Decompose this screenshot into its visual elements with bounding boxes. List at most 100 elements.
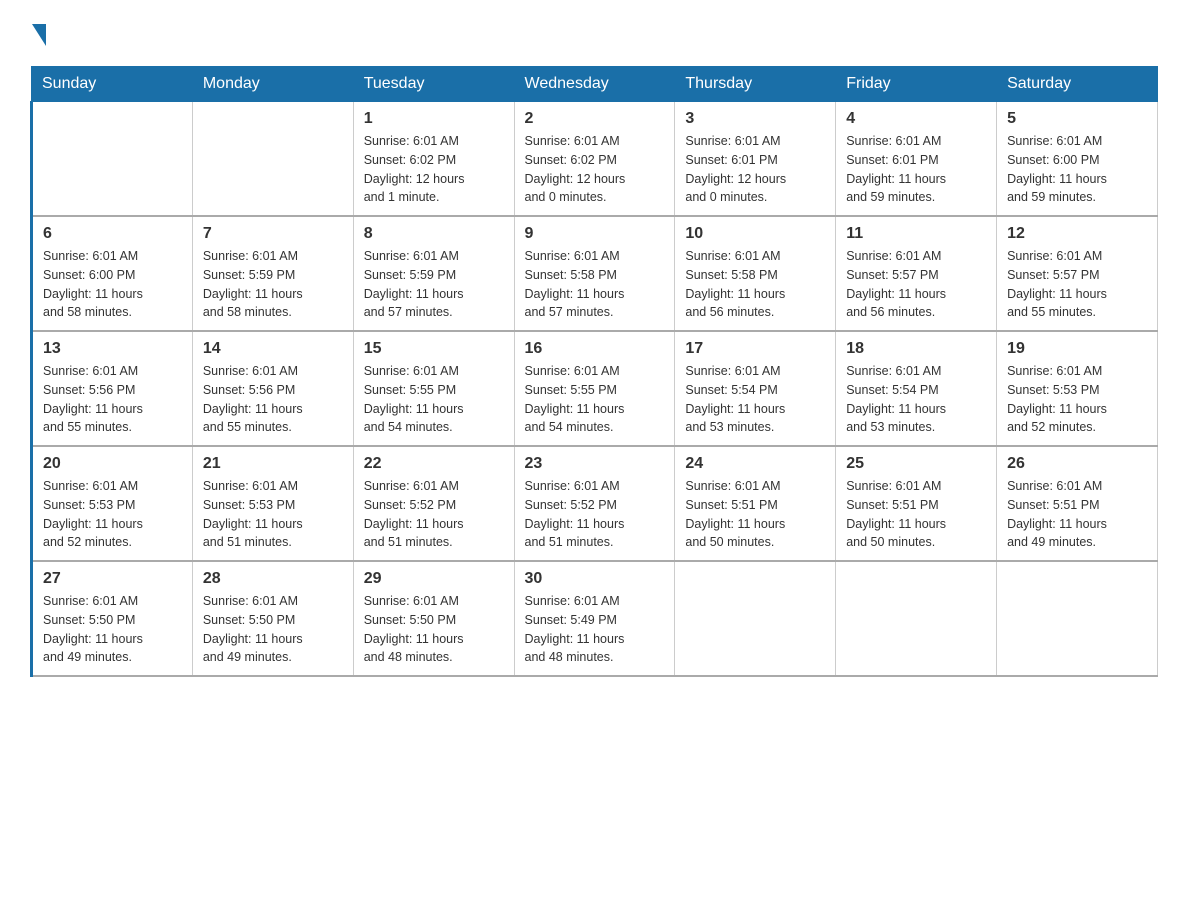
day-info: Sunrise: 6:01 AM Sunset: 6:02 PM Dayligh… — [364, 132, 504, 207]
day-number: 2 — [525, 110, 665, 128]
calendar-day-cell: 25 Sunrise: 6:01 AM Sunset: 5:51 PM Dayli… — [836, 446, 997, 561]
calendar-day-cell: 28Sunrise: 6:01 AM Sunset: 5:50 PM Dayli… — [192, 561, 353, 676]
day-number: 18 — [846, 340, 986, 358]
day-number: 12 — [1007, 225, 1147, 243]
day-info: Sunrise: 6:01 AM Sunset: 5:54 PM Dayligh… — [685, 362, 825, 437]
day-number: 17 — [685, 340, 825, 358]
day-number: 14 — [203, 340, 343, 358]
calendar-day-cell: 9 Sunrise: 6:01 AM Sunset: 5:58 PM Daylig… — [514, 216, 675, 331]
day-info: Sunrise: 6:01 AM Sunset: 5:49 PM Dayligh… — [525, 592, 665, 667]
day-info: Sunrise: 6:01 AM Sunset: 5:51 PM Dayligh… — [685, 477, 825, 552]
day-info: Sunrise: 6:01 AM Sunset: 5:57 PM Dayligh… — [846, 247, 986, 322]
calendar-day-cell: 2 Sunrise: 6:01 AM Sunset: 6:02 PM Daylig… — [514, 102, 675, 217]
day-info: Sunrise: 6:01 AM Sunset: 5:59 PM Dayligh… — [364, 247, 504, 322]
day-info: Sunrise: 6:01 AM Sunset: 5:52 PM Dayligh… — [525, 477, 665, 552]
day-info: Sunrise: 6:01 AM Sunset: 6:00 PM Dayligh… — [1007, 132, 1147, 207]
calendar-day-cell — [997, 561, 1158, 676]
day-number: 4 — [846, 110, 986, 128]
calendar-day-cell: 18 Sunrise: 6:01 AM Sunset: 5:54 PM Dayli… — [836, 331, 997, 446]
calendar-day-cell: 8 Sunrise: 6:01 AM Sunset: 5:59 PM Daylig… — [353, 216, 514, 331]
day-number: 7 — [203, 225, 343, 243]
calendar-day-cell: 10 Sunrise: 6:01 AM Sunset: 5:58 PM Dayli… — [675, 216, 836, 331]
calendar-week-row: 13 Sunrise: 6:01 AM Sunset: 5:56 PM Dayli… — [32, 331, 1158, 446]
day-number: 13 — [43, 340, 182, 358]
day-number: 29 — [364, 570, 504, 588]
calendar-day-cell: 6Sunrise: 6:01 AM Sunset: 6:00 PM Daylig… — [32, 216, 193, 331]
calendar-day-cell: 7 Sunrise: 6:01 AM Sunset: 5:59 PM Daylig… — [192, 216, 353, 331]
calendar-day-cell: 11 Sunrise: 6:01 AM Sunset: 5:57 PM Dayli… — [836, 216, 997, 331]
weekday-header-friday: Friday — [836, 67, 997, 102]
calendar-day-cell: 23 Sunrise: 6:01 AM Sunset: 5:52 PM Dayli… — [514, 446, 675, 561]
day-info: Sunrise: 6:01 AM Sunset: 5:55 PM Dayligh… — [525, 362, 665, 437]
day-info: Sunrise: 6:01 AM Sunset: 5:53 PM Dayligh… — [43, 477, 182, 552]
calendar-day-cell: 14 Sunrise: 6:01 AM Sunset: 5:56 PM Dayli… — [192, 331, 353, 446]
day-info: Sunrise: 6:01 AM Sunset: 5:52 PM Dayligh… — [364, 477, 504, 552]
calendar-week-row: 1Sunrise: 6:01 AM Sunset: 6:02 PM Daylig… — [32, 102, 1158, 217]
calendar-day-cell — [836, 561, 997, 676]
day-info: Sunrise: 6:01 AM Sunset: 6:02 PM Dayligh… — [525, 132, 665, 207]
day-info: Sunrise: 6:01 AM Sunset: 5:54 PM Dayligh… — [846, 362, 986, 437]
calendar-day-cell: 26Sunrise: 6:01 AM Sunset: 5:51 PM Dayli… — [997, 446, 1158, 561]
calendar-day-cell: 22 Sunrise: 6:01 AM Sunset: 5:52 PM Dayli… — [353, 446, 514, 561]
day-number: 3 — [685, 110, 825, 128]
calendar-day-cell: 1Sunrise: 6:01 AM Sunset: 6:02 PM Daylig… — [353, 102, 514, 217]
calendar-day-cell: 29 Sunrise: 6:01 AM Sunset: 5:50 PM Dayli… — [353, 561, 514, 676]
day-info: Sunrise: 6:01 AM Sunset: 5:57 PM Dayligh… — [1007, 247, 1147, 322]
day-number: 25 — [846, 455, 986, 473]
day-number: 21 — [203, 455, 343, 473]
calendar-day-cell: 5Sunrise: 6:01 AM Sunset: 6:00 PM Daylig… — [997, 102, 1158, 217]
day-info: Sunrise: 6:01 AM Sunset: 5:51 PM Dayligh… — [1007, 477, 1147, 552]
calendar-week-row: 20 Sunrise: 6:01 AM Sunset: 5:53 PM Dayli… — [32, 446, 1158, 561]
calendar-week-row: 27 Sunrise: 6:01 AM Sunset: 5:50 PM Dayli… — [32, 561, 1158, 676]
day-info: Sunrise: 6:01 AM Sunset: 5:50 PM Dayligh… — [364, 592, 504, 667]
calendar-day-cell: 21 Sunrise: 6:01 AM Sunset: 5:53 PM Dayli… — [192, 446, 353, 561]
calendar-table: SundayMondayTuesdayWednesdayThursdayFrid… — [30, 66, 1158, 677]
day-info: Sunrise: 6:01 AM Sunset: 5:50 PM Dayligh… — [43, 592, 182, 667]
calendar-week-row: 6Sunrise: 6:01 AM Sunset: 6:00 PM Daylig… — [32, 216, 1158, 331]
day-number: 16 — [525, 340, 665, 358]
day-number: 9 — [525, 225, 665, 243]
logo — [30, 20, 46, 46]
calendar-day-cell: 4 Sunrise: 6:01 AM Sunset: 6:01 PM Daylig… — [836, 102, 997, 217]
calendar-day-cell: 13 Sunrise: 6:01 AM Sunset: 5:56 PM Dayli… — [32, 331, 193, 446]
day-info: Sunrise: 6:01 AM Sunset: 5:56 PM Dayligh… — [43, 362, 182, 437]
day-info: Sunrise: 6:01 AM Sunset: 5:53 PM Dayligh… — [203, 477, 343, 552]
day-info: Sunrise: 6:01 AM Sunset: 5:58 PM Dayligh… — [685, 247, 825, 322]
weekday-header-wednesday: Wednesday — [514, 67, 675, 102]
day-number: 10 — [685, 225, 825, 243]
calendar-day-cell: 15 Sunrise: 6:01 AM Sunset: 5:55 PM Dayli… — [353, 331, 514, 446]
day-number: 30 — [525, 570, 665, 588]
calendar-day-cell: 16 Sunrise: 6:01 AM Sunset: 5:55 PM Dayli… — [514, 331, 675, 446]
day-info: Sunrise: 6:01 AM Sunset: 5:58 PM Dayligh… — [525, 247, 665, 322]
day-info: Sunrise: 6:01 AM Sunset: 6:01 PM Dayligh… — [846, 132, 986, 207]
day-info: Sunrise: 6:01 AM Sunset: 6:00 PM Dayligh… — [43, 247, 182, 322]
day-number: 8 — [364, 225, 504, 243]
calendar-day-cell: 17 Sunrise: 6:01 AM Sunset: 5:54 PM Dayli… — [675, 331, 836, 446]
day-info: Sunrise: 6:01 AM Sunset: 6:01 PM Dayligh… — [685, 132, 825, 207]
weekday-header-tuesday: Tuesday — [353, 67, 514, 102]
day-number: 19 — [1007, 340, 1147, 358]
calendar-day-cell — [675, 561, 836, 676]
weekday-header-monday: Monday — [192, 67, 353, 102]
day-info: Sunrise: 6:01 AM Sunset: 5:51 PM Dayligh… — [846, 477, 986, 552]
calendar-day-cell — [192, 102, 353, 217]
day-info: Sunrise: 6:01 AM Sunset: 5:55 PM Dayligh… — [364, 362, 504, 437]
weekday-header-saturday: Saturday — [997, 67, 1158, 102]
day-info: Sunrise: 6:01 AM Sunset: 5:56 PM Dayligh… — [203, 362, 343, 437]
calendar-day-cell — [32, 102, 193, 217]
calendar-day-cell: 24Sunrise: 6:01 AM Sunset: 5:51 PM Dayli… — [675, 446, 836, 561]
day-number: 11 — [846, 225, 986, 243]
day-number: 22 — [364, 455, 504, 473]
calendar-day-cell: 27 Sunrise: 6:01 AM Sunset: 5:50 PM Dayli… — [32, 561, 193, 676]
page-header — [30, 20, 1158, 46]
calendar-day-cell: 12 Sunrise: 6:01 AM Sunset: 5:57 PM Dayli… — [997, 216, 1158, 331]
day-info: Sunrise: 6:01 AM Sunset: 5:59 PM Dayligh… — [203, 247, 343, 322]
day-number: 28 — [203, 570, 343, 588]
day-number: 23 — [525, 455, 665, 473]
day-number: 27 — [43, 570, 182, 588]
day-number: 20 — [43, 455, 182, 473]
calendar-day-cell: 3 Sunrise: 6:01 AM Sunset: 6:01 PM Daylig… — [675, 102, 836, 217]
day-info: Sunrise: 6:01 AM Sunset: 5:53 PM Dayligh… — [1007, 362, 1147, 437]
day-number: 15 — [364, 340, 504, 358]
weekday-header-row: SundayMondayTuesdayWednesdayThursdayFrid… — [32, 67, 1158, 102]
